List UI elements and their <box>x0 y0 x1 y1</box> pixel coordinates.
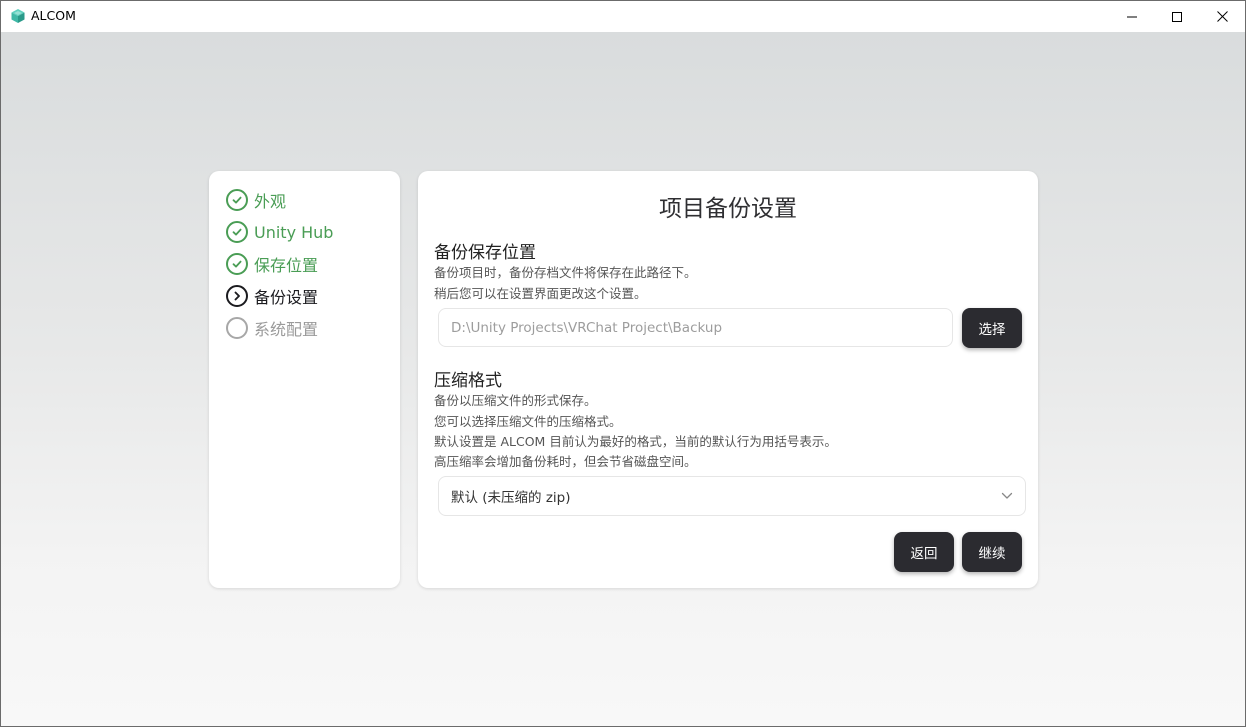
minimize-button[interactable] <box>1109 1 1155 32</box>
window-title: ALCOM <box>31 8 76 23</box>
maximize-button[interactable] <box>1154 1 1200 32</box>
compression-format-select[interactable]: 默认 (未压缩的 zip) <box>438 476 1026 516</box>
compression-desc-4: 高压缩率会增加备份耗时，但会节省磁盘空间。 <box>434 454 697 469</box>
app-window: ALCOM 外观 Unity Hub 保存位置 备份设置 系统配置 项目备份设置… <box>0 0 1246 727</box>
title-bar[interactable]: ALCOM <box>1 1 1245 32</box>
backup-location-heading: 备份保存位置 <box>434 243 536 263</box>
chevron-right-circle-icon <box>226 285 248 307</box>
step-label: Unity Hub <box>254 222 334 242</box>
setup-steps-panel: 外观 Unity Hub 保存位置 备份设置 系统配置 <box>209 171 400 588</box>
backup-settings-panel: 项目备份设置 备份保存位置 备份项目时，备份存档文件将保存在此路径下。 稍后您可… <box>418 171 1038 588</box>
selected-format: 默认 (未压缩的 zip) <box>451 490 571 506</box>
close-icon <box>1216 11 1228 22</box>
minimize-icon <box>1127 16 1137 17</box>
continue-button[interactable]: 继续 <box>962 532 1022 572</box>
step-label: 备份设置 <box>254 288 319 307</box>
check-circle-icon <box>226 253 248 275</box>
back-button[interactable]: 返回 <box>894 532 954 572</box>
step-system-config: 系统配置 <box>226 316 318 340</box>
empty-circle-icon <box>226 317 248 339</box>
maximize-icon <box>1172 11 1182 22</box>
backup-location-desc-1: 备份项目时，备份存档文件将保存在此路径下。 <box>434 265 697 280</box>
step-label: 系统配置 <box>254 320 319 339</box>
step-unity-hub: Unity Hub <box>226 220 333 244</box>
compression-desc-1: 备份以压缩文件的形式保存。 <box>434 393 597 408</box>
compression-heading: 压缩格式 <box>434 371 502 391</box>
compression-desc-3: 默认设置是 ALCOM 目前认为最好的格式，当前的默认行为用括号表示。 <box>434 434 837 449</box>
page-title: 项目备份设置 <box>659 196 797 222</box>
backup-path-input[interactable] <box>438 308 953 347</box>
step-label: 外观 <box>254 192 287 211</box>
select-folder-button[interactable]: 选择 <box>962 308 1022 348</box>
step-backup-settings: 备份设置 <box>226 284 318 308</box>
app-logo-icon <box>11 9 25 23</box>
chevron-down-icon <box>1001 492 1013 499</box>
compression-desc-2: 您可以选择压缩文件的压缩格式。 <box>434 414 622 429</box>
step-save-location: 保存位置 <box>226 252 318 276</box>
check-circle-icon <box>226 189 248 211</box>
close-button[interactable] <box>1199 1 1245 32</box>
check-circle-icon <box>226 221 248 243</box>
step-appearance: 外观 <box>226 188 286 212</box>
step-label: 保存位置 <box>254 256 319 275</box>
backup-location-desc-2: 稍后您可以在设置界面更改这个设置。 <box>434 286 647 301</box>
